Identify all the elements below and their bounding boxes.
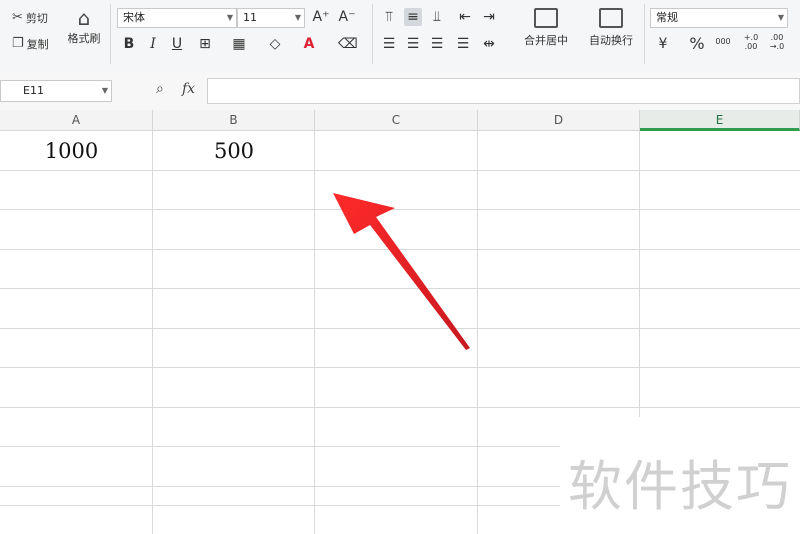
align-left-icon[interactable]: ☰ bbox=[380, 35, 398, 53]
formula-input[interactable] bbox=[207, 78, 800, 104]
name-box[interactable]: E11 ▼ bbox=[0, 80, 112, 102]
format-painter-label: 格式刷 bbox=[67, 32, 101, 45]
merge-label: 合并居中 bbox=[524, 34, 568, 47]
increase-font-icon[interactable]: A⁺ bbox=[312, 8, 330, 26]
chevron-down-icon: ▼ bbox=[226, 13, 233, 22]
thousands-separator-button[interactable]: 000 bbox=[712, 33, 734, 51]
arrow-shape bbox=[333, 193, 470, 350]
percent-button[interactable]: % bbox=[688, 35, 706, 53]
font-size-value: 11 bbox=[243, 11, 257, 24]
name-box-value: E11 bbox=[23, 84, 44, 97]
decrease-indent-icon[interactable]: ⇤ bbox=[456, 8, 474, 26]
copy-label: 复制 bbox=[26, 38, 49, 51]
number-format-select[interactable]: 常规 ▼ bbox=[650, 8, 788, 28]
zoom-icon[interactable]: ⌕ bbox=[156, 82, 164, 96]
divider bbox=[644, 4, 645, 64]
wrap-text-button[interactable]: 自动换行 bbox=[584, 8, 638, 48]
divider bbox=[372, 4, 373, 64]
wrap-icon bbox=[599, 8, 623, 28]
align-top-icon[interactable]: ⫪ bbox=[380, 8, 398, 26]
increase-decimal-button[interactable]: +.0 .00 bbox=[740, 33, 762, 51]
chevron-down-icon: ▼ bbox=[294, 13, 301, 22]
underline-button[interactable]: U bbox=[168, 35, 186, 53]
divider bbox=[110, 4, 111, 64]
currency-icon[interactable]: ¥ bbox=[654, 35, 672, 53]
distribute-icon[interactable]: ⇹ bbox=[480, 35, 498, 53]
increase-indent-icon[interactable]: ⇥ bbox=[480, 8, 498, 26]
number-format-value: 常规 bbox=[656, 11, 678, 24]
fill-color-icon[interactable]: ◇ bbox=[266, 35, 284, 53]
align-right-icon[interactable]: ☰ bbox=[428, 35, 446, 53]
format-painter-button[interactable]: ⌂ 格式刷 bbox=[64, 6, 104, 46]
decrease-font-icon[interactable]: A⁻ bbox=[338, 8, 356, 26]
chevron-down-icon: ▼ bbox=[777, 13, 784, 22]
brush-icon: ⌂ bbox=[77, 6, 91, 30]
justify-icon[interactable]: ☰ bbox=[454, 35, 472, 53]
font-color-button[interactable]: A bbox=[300, 35, 318, 53]
cut-label: 剪切 bbox=[25, 12, 48, 25]
bold-button[interactable]: B bbox=[120, 35, 138, 53]
copy-icon: ❐ bbox=[12, 36, 24, 51]
font-size-select[interactable]: 11 ▼ bbox=[237, 8, 305, 28]
align-middle-icon[interactable]: ≡ bbox=[404, 8, 422, 26]
font-name-value: 宋体 bbox=[123, 11, 145, 24]
decrease-decimal-button[interactable]: .00 →.0 bbox=[766, 33, 788, 51]
copy-button[interactable]: ❐ 复制 bbox=[12, 36, 49, 52]
cut-button[interactable]: ✂ 剪切 bbox=[12, 10, 48, 26]
eraser-icon[interactable]: ⌫ bbox=[338, 35, 358, 53]
chevron-down-icon: ▼ bbox=[101, 86, 108, 95]
merge-center-button[interactable]: 合并居中 bbox=[516, 8, 576, 48]
font-name-select[interactable]: 宋体 ▼ bbox=[117, 8, 237, 28]
align-center-icon[interactable]: ☰ bbox=[404, 35, 422, 53]
formula-bar: E11 ▼ ⌕ fx bbox=[0, 72, 800, 111]
scissors-icon: ✂ bbox=[12, 10, 23, 25]
align-bottom-icon[interactable]: ⫫ bbox=[428, 8, 446, 26]
wrap-label: 自动换行 bbox=[589, 34, 633, 47]
watermark: 软件技巧 bbox=[560, 420, 800, 534]
merge-icon bbox=[534, 8, 558, 28]
italic-button[interactable]: I bbox=[144, 35, 162, 53]
cell-style-icon[interactable]: ▦ bbox=[230, 35, 248, 53]
fx-button[interactable]: fx bbox=[182, 81, 195, 97]
watermark-text: 软件技巧 bbox=[568, 455, 792, 518]
ribbon-toolbar: ✂ 剪切 ❐ 复制 ⌂ 格式刷 宋体 ▼ 11 ▼ A⁺ A⁻ B I U ⊞ … bbox=[0, 0, 800, 73]
border-icon[interactable]: ⊞ bbox=[196, 35, 214, 53]
